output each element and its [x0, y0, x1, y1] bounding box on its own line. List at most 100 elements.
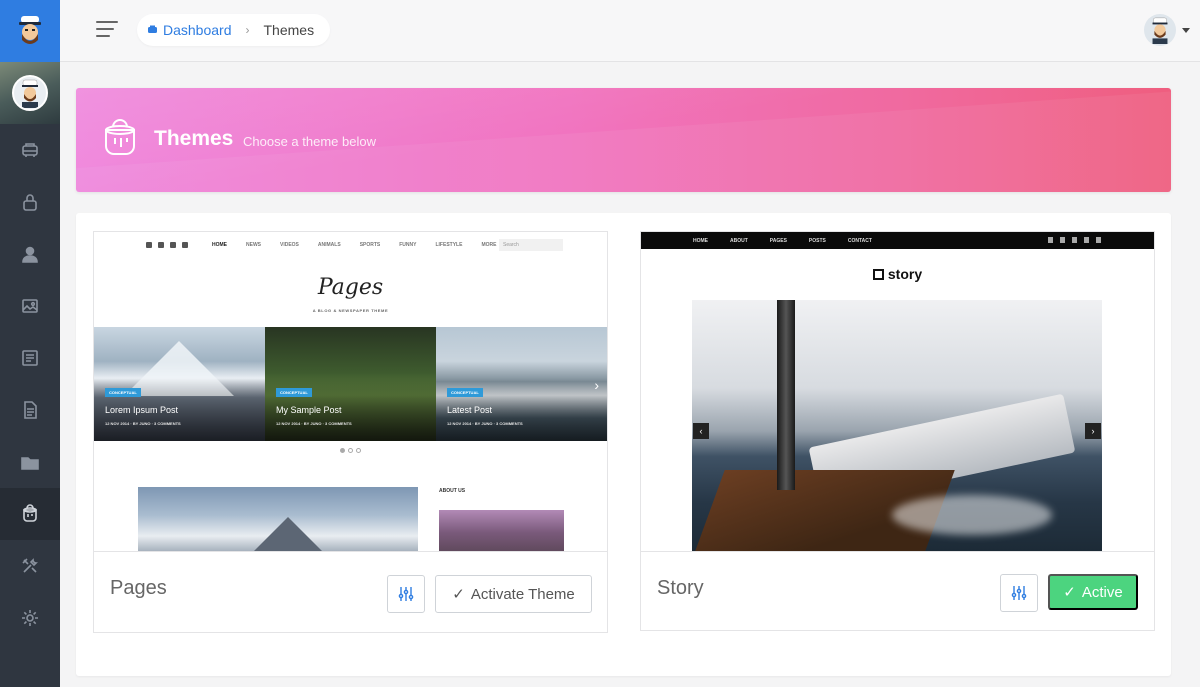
- social-icons: [1048, 237, 1101, 243]
- preview-nav-item: MORE: [481, 242, 497, 248]
- menu-toggle-button[interactable]: [96, 21, 118, 39]
- paint-bucket-icon: [105, 119, 135, 155]
- sidebar-item-tools[interactable]: [0, 540, 60, 592]
- preview-nav: HOME NEWS VIDEOS ANIMALS SPORTS FUNNY LI…: [212, 242, 515, 248]
- theme-name: Pages: [110, 577, 167, 599]
- dashboard-icon: [148, 25, 157, 33]
- sidebar-item-pages[interactable]: [0, 384, 60, 436]
- sidebar: [0, 0, 60, 687]
- user-menu[interactable]: [1144, 14, 1190, 46]
- preview-nav-item: NEWS: [246, 242, 261, 248]
- preview-nav-item: CONTACT: [847, 238, 872, 244]
- preview-search: Search: [499, 239, 563, 251]
- slide-tag: CONCEPTUAL: [276, 388, 312, 397]
- sidebar-item-users[interactable]: [0, 228, 60, 280]
- preview-nav-item: HOME: [212, 242, 227, 248]
- preview-tagline: A BLOG & NEWSPAPER THEME: [312, 308, 389, 313]
- caret-down-icon: [1182, 27, 1190, 33]
- theme-name: Story: [657, 577, 704, 599]
- image-icon: [22, 299, 38, 313]
- slide-title: Lorem Ipsum Post: [105, 405, 179, 415]
- sidebar-nav: [0, 124, 60, 644]
- preview-nav-item: SPORTS: [359, 242, 381, 248]
- dashboard-icon: [22, 143, 38, 157]
- topbar: Dashboard › Themes: [60, 0, 1200, 62]
- breadcrumb-current: Themes: [263, 22, 315, 38]
- preview-topbar: HOME ABOUT PAGES POSTS CONTACT: [641, 232, 1154, 249]
- sidebar-item-media[interactable]: [0, 280, 60, 332]
- check-icon: ✓: [452, 586, 465, 603]
- customize-button[interactable]: [1000, 574, 1038, 612]
- slide-tag: CONCEPTUAL: [105, 388, 141, 397]
- slide-meta: 12 NOV 2014 · BY JUNO · 3 COMMENTS: [447, 421, 523, 426]
- preview-nav-item: LIFESTYLE: [435, 242, 463, 248]
- preview-hero-image: [692, 300, 1102, 551]
- preview-feature-image: [138, 487, 418, 551]
- theme-preview-pages[interactable]: HOME NEWS VIDEOS ANIMALS SPORTS FUNNY LI…: [94, 232, 607, 552]
- theme-card-pages: HOME NEWS VIDEOS ANIMALS SPORTS FUNNY LI…: [93, 231, 608, 633]
- sidebar-item-posts[interactable]: [0, 332, 60, 384]
- page-banner: Themes Choose a theme below: [76, 88, 1171, 192]
- theme-card-footer: Pages ✓ Activate Theme: [94, 553, 607, 633]
- slide-meta: 12 NOV 2014 · BY JUNO · 3 COMMENTS: [105, 421, 181, 426]
- avatar[interactable]: [12, 75, 48, 111]
- slider-dots: [340, 448, 361, 453]
- sidebar-item-lock[interactable]: [0, 176, 60, 228]
- lock-icon: [23, 194, 37, 211]
- sidebar-item-dashboard[interactable]: [0, 124, 60, 176]
- preview-slide: CONCEPTUAL Lorem Ipsum Post 12 NOV 2014 …: [94, 327, 265, 441]
- sidebar-item-folders[interactable]: [0, 436, 60, 488]
- active-theme-button[interactable]: ✓ Active: [1048, 574, 1138, 610]
- breadcrumb-dashboard-link[interactable]: Dashboard: [147, 22, 232, 38]
- avatar[interactable]: [1144, 14, 1176, 46]
- activate-theme-button[interactable]: ✓ Activate Theme: [435, 575, 592, 613]
- folder-icon: [21, 457, 39, 470]
- preview-about-image: [439, 510, 564, 551]
- captain-logo-icon: [19, 16, 41, 44]
- theme-preview-story[interactable]: HOME ABOUT PAGES POSTS CONTACT story ‹ ›: [641, 232, 1154, 552]
- sidebar-user[interactable]: [0, 62, 60, 124]
- preview-logo: Pages: [317, 275, 384, 300]
- breadcrumb: Dashboard › Themes: [137, 14, 331, 46]
- preview-logo: story: [641, 266, 1154, 282]
- slide-title: My Sample Post: [276, 405, 342, 415]
- active-theme-label: Active: [1081, 583, 1123, 601]
- user-icon: [22, 246, 38, 263]
- preview-nav-item: ANIMALS: [317, 242, 341, 248]
- preview-nav-item: FUNNY: [399, 242, 417, 248]
- check-icon: ✓: [1063, 584, 1076, 601]
- slide-tag: CONCEPTUAL: [447, 388, 483, 397]
- preview-nav-item: POSTS: [808, 238, 826, 244]
- slide-meta: 12 NOV 2014 · BY JUNO · 3 COMMENTS: [276, 421, 352, 426]
- preview-slide: CONCEPTUAL Latest Post 12 NOV 2014 · BY …: [436, 327, 607, 441]
- sidebar-item-themes[interactable]: [0, 488, 60, 540]
- preview-logo-text: story: [887, 266, 923, 282]
- preview-nav-item: PAGES: [769, 238, 787, 244]
- chevron-right-icon: ›: [1085, 423, 1101, 439]
- preview-nav-item: VIDEOS: [280, 242, 299, 248]
- chevron-right-icon: ›: [245, 23, 250, 37]
- newspaper-icon: [22, 350, 38, 366]
- customize-button[interactable]: [387, 575, 425, 613]
- preview-about-label: ABOUT US: [439, 488, 466, 494]
- preview-nav-item: ABOUT: [730, 238, 748, 244]
- preview-slider: CONCEPTUAL Lorem Ipsum Post 12 NOV 2014 …: [94, 327, 607, 441]
- user-avatar-icon: [22, 79, 38, 108]
- chevron-left-icon: ‹: [693, 423, 709, 439]
- activate-theme-label: Activate Theme: [470, 585, 575, 603]
- breadcrumb-dashboard-label: Dashboard: [163, 22, 232, 38]
- slide-title: Latest Post: [447, 405, 493, 415]
- preview-nav-item: HOME: [693, 238, 708, 244]
- story-logo-icon: [872, 268, 884, 280]
- paint-bucket-icon: [23, 504, 37, 522]
- sliders-icon: [1011, 586, 1027, 600]
- sliders-icon: [398, 587, 414, 601]
- preview-slide: CONCEPTUAL My Sample Post 12 NOV 2014 · …: [265, 327, 436, 441]
- user-avatar-icon: [1152, 17, 1168, 44]
- page-title: Themes: [154, 127, 234, 150]
- sidebar-item-settings[interactable]: [0, 592, 60, 644]
- document-icon: [24, 401, 37, 419]
- theme-card-story: HOME ABOUT PAGES POSTS CONTACT story ‹ ›…: [640, 231, 1155, 631]
- gear-icon: [22, 610, 38, 626]
- app-logo[interactable]: [0, 0, 60, 62]
